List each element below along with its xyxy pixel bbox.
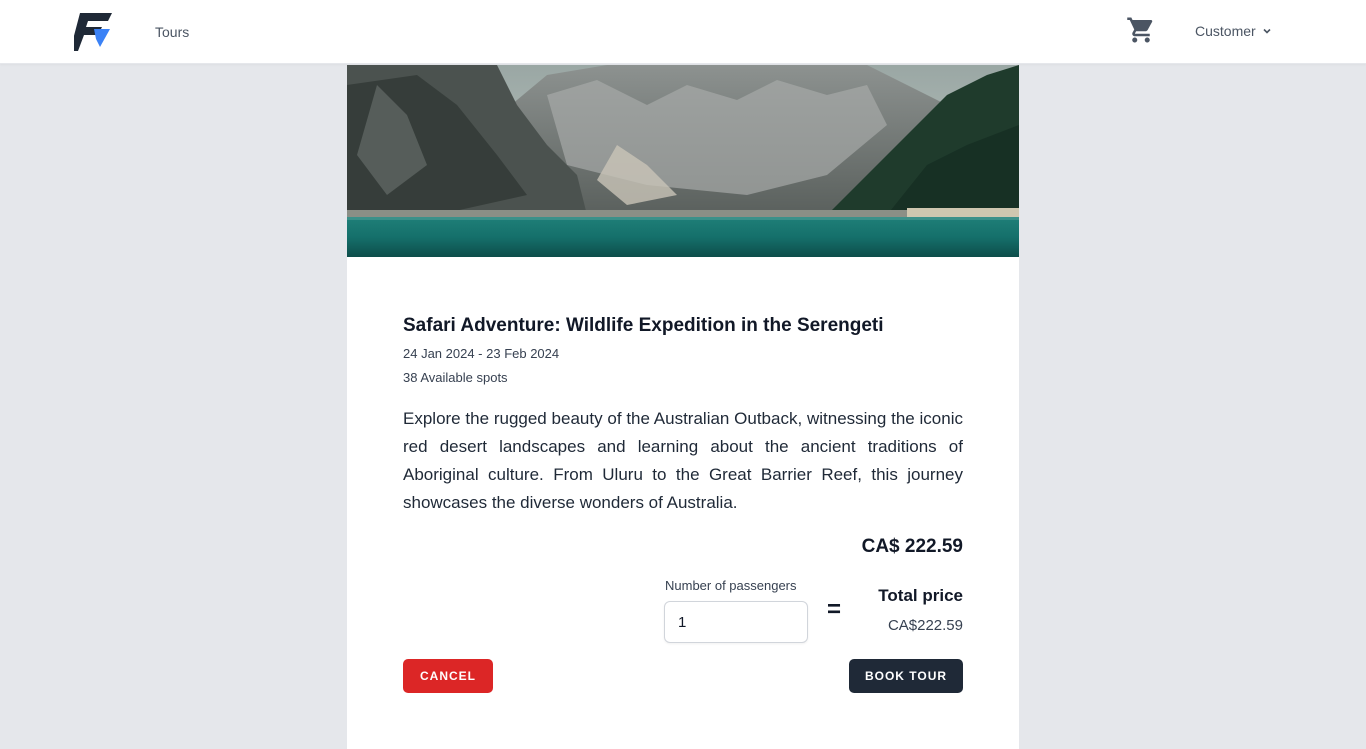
total-price-value: CA$222.59 xyxy=(887,617,963,634)
tour-detail-card: Safari Adventure: Wildlife Expedition in… xyxy=(347,65,1019,749)
total-price-label: Total price xyxy=(878,586,963,605)
brand-logo-icon[interactable] xyxy=(70,13,112,51)
user-menu-label: Customer xyxy=(1195,23,1256,39)
nav-link-tours[interactable]: Tours xyxy=(155,24,189,40)
cancel-button[interactable]: Cancel xyxy=(403,659,493,693)
passengers-input[interactable] xyxy=(664,601,808,643)
passengers-label: Number of passengers xyxy=(665,578,797,593)
shopping-cart-icon[interactable] xyxy=(1126,15,1156,45)
tour-hero-image xyxy=(347,65,1019,257)
equals-sign: = xyxy=(827,596,842,623)
tour-description: Explore the rugged beauty of the Austral… xyxy=(403,409,963,512)
tour-dates: 24 Jan 2024 - 23 Feb 2024 xyxy=(403,346,560,361)
top-nav-bar: Tours Customer xyxy=(0,0,1366,64)
tour-title: Safari Adventure: Wildlife Expedition in… xyxy=(403,315,884,336)
user-menu-dropdown[interactable]: Customer xyxy=(1195,23,1272,39)
book-tour-button[interactable]: Book tour xyxy=(849,659,963,693)
tour-price: CA$ 222.59 xyxy=(861,536,963,557)
chevron-down-icon xyxy=(1263,28,1271,34)
available-spots: 38 Available spots xyxy=(403,370,508,385)
